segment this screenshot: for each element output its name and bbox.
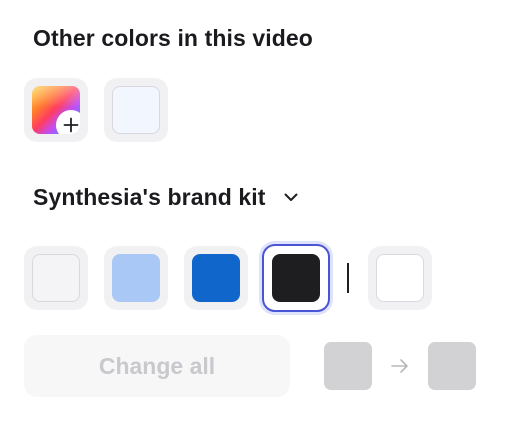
brand-swatch-2[interactable]: [104, 246, 168, 310]
brand-kit-header: Synthesia's brand kit: [33, 184, 304, 211]
video-color-swatch[interactable]: [104, 78, 168, 142]
add-color-picker-button[interactable]: [24, 78, 88, 142]
plus-icon: [56, 110, 80, 134]
chevron-down-icon[interactable]: [278, 185, 304, 211]
brand-swatch-fill: [272, 254, 320, 302]
other-colors-title: Other colors in this video: [33, 25, 313, 51]
color-panel: Other colors in this video Synthesia's b…: [0, 0, 508, 426]
brand-swatch-fill: [376, 254, 424, 302]
video-color-swatch-fill: [112, 86, 160, 134]
brand-kit-title: Synthesia's brand kit: [33, 184, 266, 210]
brand-swatch-5[interactable]: [368, 246, 432, 310]
brand-swatch-4-selected[interactable]: [262, 244, 330, 312]
to-color-swatch: [428, 342, 476, 390]
brand-swatch-1[interactable]: [24, 246, 88, 310]
from-color-swatch: [324, 342, 372, 390]
brand-swatch-fill: [192, 254, 240, 302]
color-wheel-icon: [32, 86, 80, 134]
arrow-right-icon: [391, 359, 408, 373]
change-all-button[interactable]: Change all: [24, 335, 290, 397]
brand-swatch-fill: [112, 254, 160, 302]
brand-swatch-3[interactable]: [184, 246, 248, 310]
brand-swatch-fill: [32, 254, 80, 302]
separator-bar: [347, 263, 349, 293]
